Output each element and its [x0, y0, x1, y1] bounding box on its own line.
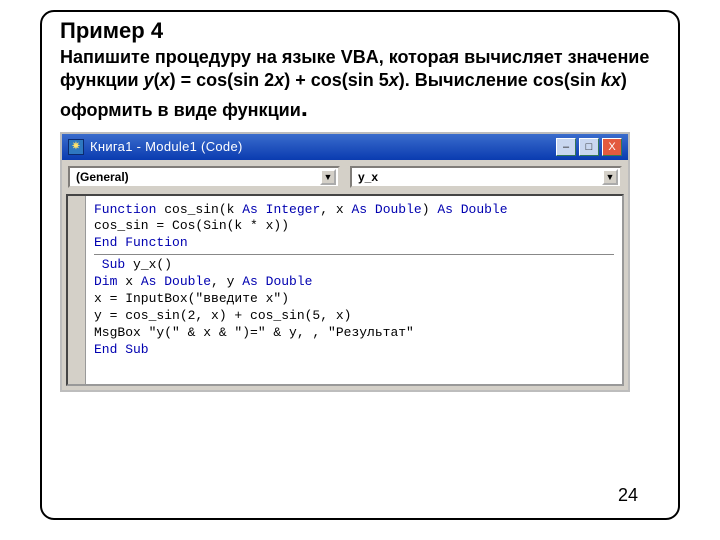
task-part: x: [160, 70, 170, 90]
code-text: cos_sin = Cos(Sin(k * x)): [94, 218, 289, 233]
kw: Dim: [94, 274, 117, 289]
code-text: x = InputBox("введите x"): [94, 291, 289, 306]
close-button[interactable]: X: [602, 138, 622, 156]
object-dropdown-text: (General): [76, 170, 320, 184]
window-buttons: – □ X: [556, 138, 622, 156]
task-part: ) = cos(sin 2: [170, 70, 275, 90]
kw: As Double: [141, 274, 211, 289]
code-text: x: [117, 274, 140, 289]
code-text: y_x(): [125, 257, 172, 272]
slide-frame: Пример 4 Напишите процедуру на языке VBA…: [40, 10, 680, 520]
task-part: ). Вычисление cos(sin: [399, 70, 601, 90]
minimize-button[interactable]: –: [556, 138, 576, 156]
code-text: MsgBox "y(" & x & ")=" & y, , "Результат…: [94, 325, 414, 340]
window-titlebar[interactable]: ✷ Книга1 - Module1 (Code) – □ X: [62, 134, 628, 160]
kw: As Double: [437, 202, 507, 217]
maximize-button[interactable]: □: [579, 138, 599, 156]
task-part: x: [274, 70, 284, 90]
page-number: 24: [618, 485, 638, 506]
vba-ide-window: ✷ Книга1 - Module1 (Code) – □ X (General…: [60, 132, 630, 392]
kw: As Double: [242, 274, 312, 289]
procedure-dropdown-text: y_x: [358, 170, 602, 184]
task-part: x: [389, 70, 399, 90]
task-text: Напишите процедуру на языке VBA, которая…: [60, 46, 660, 124]
chevron-down-icon: ▼: [602, 169, 618, 185]
code-editor[interactable]: Function cos_sin(k As Integer, x As Doub…: [86, 196, 622, 384]
object-proc-bar: (General) ▼ y_x ▼: [62, 160, 628, 194]
kw: As Double: [351, 202, 421, 217]
kw: End Function: [94, 235, 188, 250]
code-text: , y: [211, 274, 242, 289]
task-part: y: [144, 70, 154, 90]
code-text: cos_sin(k: [156, 202, 242, 217]
code-text: ): [422, 202, 438, 217]
app-icon: ✷: [68, 139, 84, 155]
procedure-dropdown[interactable]: y_x ▼: [350, 166, 622, 188]
kw: As Integer: [242, 202, 320, 217]
task-part: .: [301, 92, 308, 122]
example-title: Пример 4: [60, 18, 660, 44]
code-text: , x: [320, 202, 351, 217]
window-title: Книга1 - Module1 (Code): [90, 139, 556, 154]
object-dropdown[interactable]: (General) ▼: [68, 166, 340, 188]
code-text: y = cos_sin(2, x) + cos_sin(5, x): [94, 308, 351, 323]
kw: Sub: [94, 257, 125, 272]
code-area: Function cos_sin(k As Integer, x As Doub…: [66, 194, 624, 386]
chevron-down-icon: ▼: [320, 169, 336, 185]
kw: Function: [94, 202, 156, 217]
task-part: kx: [601, 70, 621, 90]
task-part: ) + cos(sin 5: [284, 70, 389, 90]
margin-gutter: [68, 196, 86, 384]
procedure-separator: [94, 254, 614, 255]
kw: End Sub: [94, 342, 149, 357]
